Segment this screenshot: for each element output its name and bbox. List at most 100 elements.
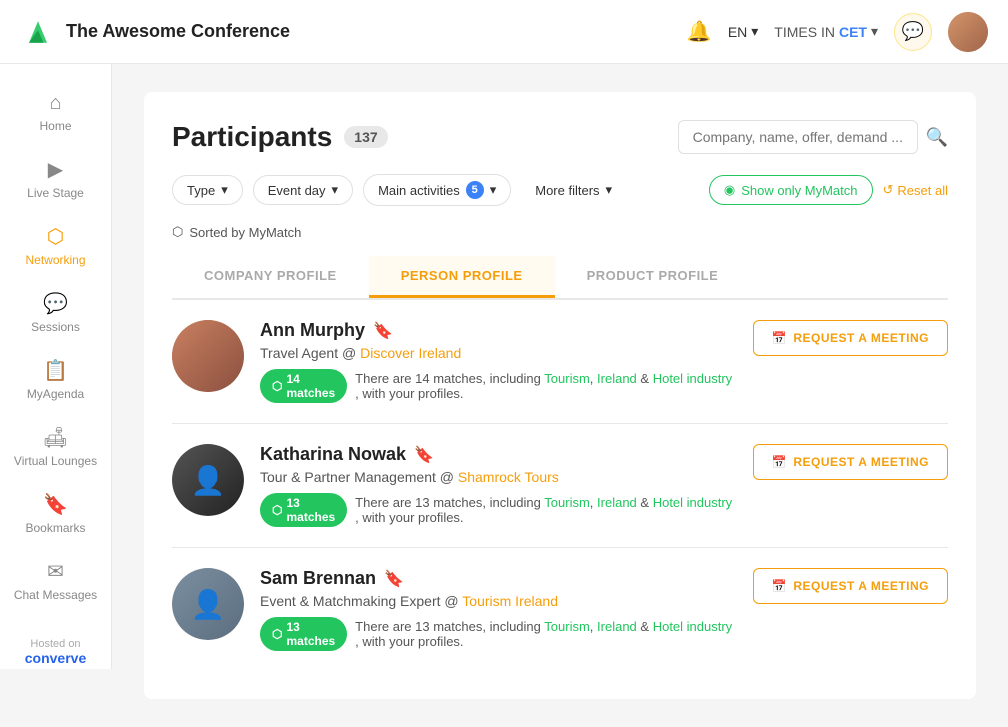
tab-company-profile[interactable]: COMPANY PROFILE: [172, 256, 369, 298]
sidebar-nav: ⌂ Home ▶ Live Stage ⬡ Networking 💬 Sessi…: [0, 64, 112, 669]
lounge-icon: 🛋: [43, 425, 68, 450]
participants-card: Participants 137 🔍 Type ▾ Event day ▾: [144, 92, 976, 699]
calendar-icon-2: 📅: [772, 455, 787, 469]
header-actions: 🔔 EN ▾ TIMES IN CET ▾ 💬: [687, 12, 988, 52]
sidebar-label-live-stage: Live Stage: [27, 186, 84, 200]
participant-details-katharina: Katharina Nowak 🔖 Tour & Partner Managem…: [260, 444, 737, 527]
search-input[interactable]: [678, 120, 918, 154]
notification-bell-icon[interactable]: 🔔: [687, 19, 712, 44]
chat-messages-icon: ✉: [47, 559, 64, 584]
request-meeting-sam[interactable]: 📅 REQUEST A MEETING: [753, 568, 948, 604]
sort-label: Sorted by MyMatch: [189, 225, 301, 240]
event-day-filter-label: Event day: [268, 183, 326, 198]
matches-katharina: ⬡ 13 matches There are 13 matches, inclu…: [260, 493, 737, 527]
calendar-icon-3: 📅: [772, 579, 787, 593]
more-filters-button[interactable]: More filters ▾: [521, 176, 626, 204]
sidebar-item-home[interactable]: ⌂ Home: [0, 80, 111, 145]
request-meeting-ann-murphy[interactable]: 📅 REQUEST A MEETING: [753, 320, 948, 356]
participant-details-sam: Sam Brennan 🔖 Event & Matchmaking Expert…: [260, 568, 737, 651]
bookmark-icon-sam[interactable]: 🔖: [384, 569, 404, 589]
matches-ann-murphy: ⬡ 14 matches There are 14 matches, inclu…: [260, 369, 737, 403]
sidebar-item-chat-messages[interactable]: ✉ Chat Messages: [0, 547, 111, 614]
participant-actions-ann-murphy: 📅 REQUEST A MEETING: [753, 320, 948, 356]
sessions-icon: 💬: [43, 291, 68, 316]
sidebar-label-bookmarks: Bookmarks: [25, 521, 85, 535]
participants-count-badge: 137: [344, 126, 387, 148]
search-icon[interactable]: 🔍: [926, 127, 948, 148]
sidebar-label-home: Home: [39, 119, 71, 133]
page-title-wrap: Participants 137: [172, 121, 388, 153]
participant-info-left-2: 👤 Katharina Nowak 🔖 Tour & Partner Manag…: [172, 444, 737, 527]
sidebar-label-myagenda: MyAgenda: [27, 387, 84, 401]
networking-icon: ⬡: [47, 224, 64, 249]
main-activities-chevron: ▾: [490, 182, 497, 198]
participant-info-left: Ann Murphy 🔖 Travel Agent @ Discover Ire…: [172, 320, 737, 403]
tab-person-profile[interactable]: PERSON PROFILE: [369, 256, 555, 298]
filter-bar: Type ▾ Event day ▾ Main activities 5 ▾ M…: [172, 174, 948, 206]
participant-actions-katharina: 📅 REQUEST A MEETING: [753, 444, 948, 480]
chat-bubble-button[interactable]: 💬: [894, 13, 932, 51]
more-filters-label: More filters: [535, 183, 599, 198]
bookmarks-icon: 🔖: [43, 492, 68, 517]
language-selector[interactable]: EN ▾: [728, 23, 758, 40]
page-header: Participants 137 🔍: [172, 120, 948, 154]
main-header: The Awesome Conference 🔔 EN ▾ TIMES IN C…: [0, 0, 1008, 64]
participant-info-left-3: 👤 Sam Brennan 🔖 Event & Matchmaking Expe…: [172, 568, 737, 651]
reset-all-button[interactable]: ↺ Reset all: [883, 182, 948, 198]
sidebar-item-sessions[interactable]: 💬 Sessions: [0, 279, 111, 346]
sidebar-item-networking[interactable]: ⬡ Networking: [0, 212, 111, 279]
participant-company-sam[interactable]: Tourism Ireland: [462, 593, 558, 609]
participant-company-ann-murphy[interactable]: Discover Ireland: [360, 345, 461, 361]
show-mymatch-button[interactable]: ◉ Show only MyMatch: [709, 175, 873, 205]
calendar-icon: 📅: [772, 331, 787, 345]
timezone-chevron-icon[interactable]: ▾: [871, 23, 878, 40]
app-layout: ⌂ Home ▶ Live Stage ⬡ Networking 💬 Sessi…: [0, 0, 1008, 727]
home-icon: ⌂: [49, 92, 61, 115]
app-logo-icon[interactable]: [20, 14, 56, 50]
bookmark-icon-katharina[interactable]: 🔖: [414, 445, 434, 465]
timezone-display: TIMES IN CET ▾: [774, 23, 878, 40]
header-logo-area: The Awesome Conference: [20, 14, 290, 50]
main-activities-filter-button[interactable]: Main activities 5 ▾: [363, 174, 511, 206]
sidebar-label-chat-messages: Chat Messages: [14, 588, 97, 602]
language-label: EN: [728, 24, 747, 40]
participant-avatar-ann-murphy: [172, 320, 244, 392]
bookmark-icon-ann-murphy[interactable]: 🔖: [373, 321, 393, 341]
hosted-by-label: Hosted on: [25, 638, 86, 650]
user-avatar-button[interactable]: [948, 12, 988, 52]
participant-avatar-sam: 👤: [172, 568, 244, 640]
timezone-value: CET: [839, 24, 867, 40]
main-activities-label: Main activities: [378, 183, 460, 198]
participant-role-katharina: Tour & Partner Management @ Shamrock Tou…: [260, 469, 737, 485]
sidebar-item-myagenda[interactable]: 📋 MyAgenda: [0, 346, 111, 413]
profile-tabs: COMPANY PROFILE PERSON PROFILE PRODUCT P…: [172, 256, 948, 299]
participant-details-ann-murphy: Ann Murphy 🔖 Travel Agent @ Discover Ire…: [260, 320, 737, 403]
mymatch-icon: ◉: [724, 182, 735, 198]
more-filters-chevron: ▾: [606, 182, 613, 198]
main-content: Participants 137 🔍 Type ▾ Event day ▾: [112, 64, 1008, 727]
matches-text-ann-murphy: There are 14 matches, including Tourism,…: [355, 371, 737, 401]
sidebar-item-virtual-lounges[interactable]: 🛋 Virtual Lounges: [0, 413, 111, 480]
participant-name-sam: Sam Brennan 🔖: [260, 568, 737, 589]
event-day-chevron: ▾: [332, 182, 339, 198]
participant-role-ann-murphy: Travel Agent @ Discover Ireland: [260, 345, 737, 361]
matches-text-katharina: There are 13 matches, including Tourism,…: [355, 495, 737, 525]
reset-label: Reset all: [897, 183, 948, 198]
matches-sam: ⬡ 13 matches There are 13 matches, inclu…: [260, 617, 737, 651]
event-day-filter-button[interactable]: Event day ▾: [253, 175, 353, 205]
sidebar-item-live-stage[interactable]: ▶ Live Stage: [0, 145, 111, 212]
sidebar-footer: Hosted on converve: [25, 614, 86, 669]
agenda-icon: 📋: [43, 358, 68, 383]
participant-card-katharina-nowak: 👤 Katharina Nowak 🔖 Tour & Partner Manag…: [172, 423, 948, 547]
matches-badge-sam: ⬡ 13 matches: [260, 617, 347, 651]
request-meeting-katharina[interactable]: 📅 REQUEST A MEETING: [753, 444, 948, 480]
matches-badge-katharina: ⬡ 13 matches: [260, 493, 347, 527]
converve-brand: converve: [25, 650, 86, 666]
sidebar-item-bookmarks[interactable]: 🔖 Bookmarks: [0, 480, 111, 547]
show-mymatch-label: Show only MyMatch: [741, 183, 857, 198]
sidebar-label-sessions: Sessions: [31, 320, 80, 334]
tab-product-profile[interactable]: PRODUCT PROFILE: [555, 256, 751, 298]
participant-name-katharina: Katharina Nowak 🔖: [260, 444, 737, 465]
type-filter-button[interactable]: Type ▾: [172, 175, 243, 205]
participant-company-katharina[interactable]: Shamrock Tours: [458, 469, 559, 485]
